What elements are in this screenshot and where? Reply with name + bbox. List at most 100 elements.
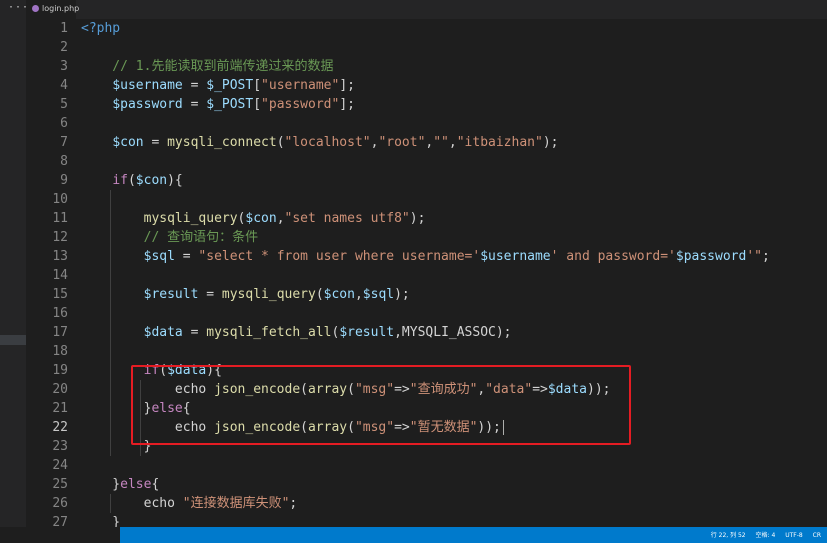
code-line[interactable]: 4 $username = $_POST["username"]; (26, 76, 827, 95)
code-token: mysqli_query (221, 287, 316, 302)
code-token: ( (315, 287, 324, 302)
code-line[interactable]: 25 }else{ (26, 475, 827, 494)
code-token: $result (339, 325, 395, 340)
encoding[interactable]: UTF-8 (785, 532, 803, 539)
code-token: $con (112, 135, 144, 150)
tab-login-php[interactable]: login.php (26, 0, 80, 19)
line-number: 3 (60, 59, 68, 74)
code-token: $_POST (206, 78, 254, 93)
code-line[interactable]: 10 (26, 190, 827, 209)
code-text: // 查询语句：条件 (81, 228, 258, 247)
activity-bar: ··· (0, 0, 28, 527)
code-token: ,MYSQLI_ASSOC); (394, 325, 512, 340)
code-token: $con (245, 211, 277, 226)
code-line[interactable]: 16 (26, 304, 827, 323)
code-line[interactable]: 18 (26, 342, 827, 361)
sidebar-selection (0, 335, 26, 345)
code-token: else (120, 477, 152, 492)
code-token: $password (675, 249, 747, 264)
code-token: ); (394, 287, 410, 302)
line-number: 14 (52, 268, 68, 283)
code-token: $con (323, 287, 355, 302)
code-token: = (143, 135, 168, 150)
code-line[interactable]: 8 (26, 152, 827, 171)
code-token: ){ (167, 173, 183, 188)
code-line[interactable]: 24 (26, 456, 827, 475)
code-token: $result (143, 287, 199, 302)
code-line[interactable]: 26 echo "连接数据库失败"; (26, 494, 827, 513)
code-line[interactable]: 17 $data = mysqli_fetch_all($result,MYSQ… (26, 323, 827, 342)
code-line[interactable]: 14 (26, 266, 827, 285)
code-text: mysqli_query($con,"set names utf8"); (81, 209, 426, 228)
code-token: , (354, 287, 363, 302)
code-token: $data (143, 325, 183, 340)
code-text: <?php (81, 19, 120, 38)
code-token: } (81, 477, 121, 492)
line-number: 1 (60, 21, 68, 36)
code-token: $password (112, 97, 183, 112)
line-number: 10 (52, 192, 68, 207)
line-number: 17 (52, 325, 68, 340)
line-number: 4 (60, 78, 68, 93)
line-number: 7 (60, 135, 68, 150)
code-line[interactable]: 2 (26, 38, 827, 57)
line-number: 23 (52, 439, 68, 454)
code-text: echo "连接数据库失败"; (81, 494, 298, 513)
code-text: if($con){ (81, 171, 183, 190)
code-token: "password" (261, 97, 340, 112)
line-number: 6 (60, 116, 68, 131)
code-token: "set names utf8" (284, 211, 410, 226)
code-text: } (81, 513, 120, 527)
code-line[interactable]: 13 $sql = "select * from user where user… (26, 247, 827, 266)
end-of-line[interactable]: CR (813, 532, 821, 539)
code-line[interactable]: 3 // 1.先能读取到前端传递过来的数据 (26, 57, 827, 76)
code-token: ( (276, 135, 285, 150)
code-text: $data = mysqli_fetch_all($result,MYSQLI_… (81, 323, 512, 342)
annotation-highlight-box (131, 365, 631, 445)
code-line[interactable]: 9 if($con){ (26, 171, 827, 190)
code-token: $_POST (206, 97, 254, 112)
line-number: 26 (52, 496, 68, 511)
code-token: , (276, 211, 285, 226)
code-token: echo (81, 496, 183, 511)
code-text: // 1.先能读取到前端传递过来的数据 (81, 57, 333, 76)
code-text: $username = $_POST["username"]; (81, 76, 355, 95)
status-right-items: 行 22, 列 52 空格: 4 UTF-8 CR (703, 530, 821, 539)
status-left-panel (0, 527, 120, 543)
code-line[interactable]: 1 <?php (26, 19, 827, 38)
code-token: [ (253, 78, 262, 93)
code-token: '" (746, 249, 762, 264)
code-token: ' and password=' (550, 249, 676, 264)
cursor-position[interactable]: 行 22, 列 52 (711, 532, 746, 539)
code-token: = (182, 325, 207, 340)
line-number: 16 (52, 306, 68, 321)
code-text: $result = mysqli_query($con,$sql); (81, 285, 410, 304)
code-token: <?php (81, 21, 121, 36)
status-bar: 行 22, 列 52 空格: 4 UTF-8 CR (0, 527, 827, 543)
code-line[interactable]: 11 mysqli_query($con,"set names utf8"); (26, 209, 827, 228)
code-token: "root" (378, 135, 426, 150)
line-number: 18 (52, 344, 68, 359)
code-token: mysqli_query (143, 211, 238, 226)
code-line[interactable]: 12 // 查询语句：条件 (26, 228, 827, 247)
code-line[interactable]: 27 } (26, 513, 827, 527)
line-number: 8 (60, 154, 68, 169)
line-number: 20 (52, 382, 68, 397)
code-token: = (174, 249, 199, 264)
line-number: 19 (52, 363, 68, 378)
code-line[interactable]: 7 $con = mysqli_connect("localhost", "roo… (26, 133, 827, 152)
code-line[interactable]: 15 $result = mysqli_query($con,$sql); (26, 285, 827, 304)
line-number: 2 (60, 40, 68, 55)
code-editor[interactable]: 1 <?php 2 3 // 1.先能读取到前端传递过来的数据 4 $username … (26, 19, 827, 527)
code-line[interactable]: 5 $password = $_POST["password"]; (26, 95, 827, 114)
tab-label: login.php (42, 4, 80, 13)
indent-setting[interactable]: 空格: 4 (756, 532, 776, 539)
code-line[interactable]: 6 (26, 114, 827, 133)
code-token: ; (289, 496, 298, 511)
